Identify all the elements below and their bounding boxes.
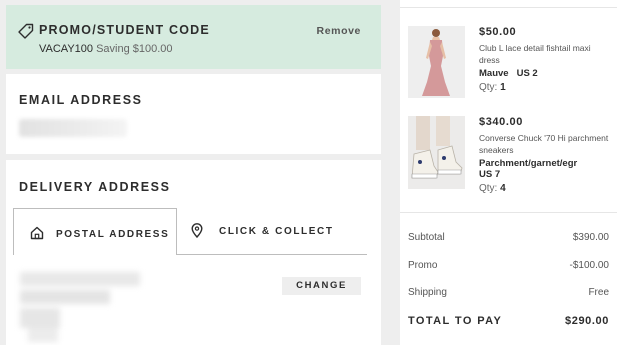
item-qty-value: 4 bbox=[500, 183, 506, 194]
item-qty-label: Qty: bbox=[479, 82, 498, 93]
email-section: EMAIL ADDRESS bbox=[6, 74, 381, 154]
delivery-tabs: POSTAL ADDRESS CLICK & COLLECT bbox=[13, 208, 367, 255]
item-name[interactable]: Club L lace detail fishtail maxi dress bbox=[479, 42, 613, 66]
subtotal-value: $390.00 bbox=[572, 232, 609, 243]
item-size: US 2 bbox=[516, 68, 538, 79]
location-pin-icon bbox=[191, 223, 203, 238]
remove-promo-link[interactable]: Remove bbox=[317, 25, 361, 37]
promo-code-banner: PROMO/STUDENT CODE Remove VACAY100 Savin… bbox=[6, 5, 381, 69]
promo-saving: Saving $100.00 bbox=[96, 43, 173, 55]
product-image-sneakers[interactable] bbox=[408, 116, 465, 189]
summary-divider bbox=[400, 212, 617, 213]
subtotal-row: Subtotal $390.00 bbox=[408, 232, 609, 243]
item-price: $340.00 bbox=[479, 116, 523, 128]
shipping-value: Free bbox=[588, 287, 609, 298]
total-value: $290.00 bbox=[565, 315, 609, 327]
bag-item: $340.00 Converse Chuck '70 Hi parchment … bbox=[408, 116, 613, 194]
promo-value: -$100.00 bbox=[569, 260, 609, 271]
summary-top-divider bbox=[400, 7, 617, 8]
total-row: TOTAL TO PAY $290.00 bbox=[408, 315, 609, 327]
email-value-redacted bbox=[19, 119, 127, 137]
item-qty-label: Qty: bbox=[479, 183, 498, 194]
order-summary-column: $50.00 Club L lace detail fishtail maxi … bbox=[400, 0, 617, 345]
item-qty: Qty: 4 bbox=[479, 183, 613, 195]
item-price: $50.00 bbox=[479, 26, 517, 38]
item-qty-value: 1 bbox=[500, 82, 506, 93]
item-size: US 7 bbox=[479, 169, 501, 180]
item-name[interactable]: Converse Chuck '70 Hi parchment sneakers bbox=[479, 132, 613, 156]
promo-code-line: VACAY100 Saving $100.00 bbox=[39, 43, 173, 55]
item-variant: Mauve US 2 bbox=[479, 68, 613, 79]
tab-underline bbox=[177, 254, 367, 255]
tag-icon bbox=[18, 23, 34, 39]
item-qty: Qty: 1 bbox=[479, 82, 613, 94]
bag-item-info: $50.00 Club L lace detail fishtail maxi … bbox=[479, 26, 613, 94]
delivery-section-title: DELIVERY ADDRESS bbox=[19, 180, 171, 194]
item-variant: Parchment/garnet/egr US 7 bbox=[479, 158, 613, 180]
item-color: Parchment/garnet/egr bbox=[479, 158, 578, 169]
home-icon bbox=[30, 226, 44, 240]
promo-title: PROMO/STUDENT CODE bbox=[39, 23, 210, 37]
delivery-section: DELIVERY ADDRESS POSTAL ADDRESS CLICK & … bbox=[6, 160, 381, 345]
tab-click-and-collect-label: CLICK & COLLECT bbox=[219, 226, 334, 237]
bag-item-info: $340.00 Converse Chuck '70 Hi parchment … bbox=[479, 116, 613, 195]
bag-item: $50.00 Club L lace detail fishtail maxi … bbox=[408, 26, 613, 98]
tab-postal-address[interactable]: POSTAL ADDRESS bbox=[13, 208, 177, 255]
checkout-left-column: PROMO/STUDENT CODE Remove VACAY100 Savin… bbox=[6, 0, 381, 345]
subtotal-label: Subtotal bbox=[408, 232, 445, 243]
product-image-dress[interactable] bbox=[408, 26, 465, 98]
tab-click-and-collect[interactable]: CLICK & COLLECT bbox=[177, 208, 367, 255]
total-label: TOTAL TO PAY bbox=[408, 315, 503, 327]
item-color: Mauve bbox=[479, 68, 509, 79]
checkout-page: PROMO/STUDENT CODE Remove VACAY100 Savin… bbox=[0, 0, 617, 345]
promo-label: Promo bbox=[408, 260, 438, 271]
postal-address-redacted bbox=[20, 272, 140, 342]
email-section-title: EMAIL ADDRESS bbox=[19, 93, 143, 107]
promo-row: Promo -$100.00 bbox=[408, 260, 609, 271]
promo-code: VACAY100 bbox=[39, 43, 94, 55]
shipping-label: Shipping bbox=[408, 287, 447, 298]
change-address-button[interactable]: CHANGE bbox=[282, 277, 361, 295]
tab-postal-address-label: POSTAL ADDRESS bbox=[56, 229, 170, 240]
shipping-row: Shipping Free bbox=[408, 287, 609, 298]
